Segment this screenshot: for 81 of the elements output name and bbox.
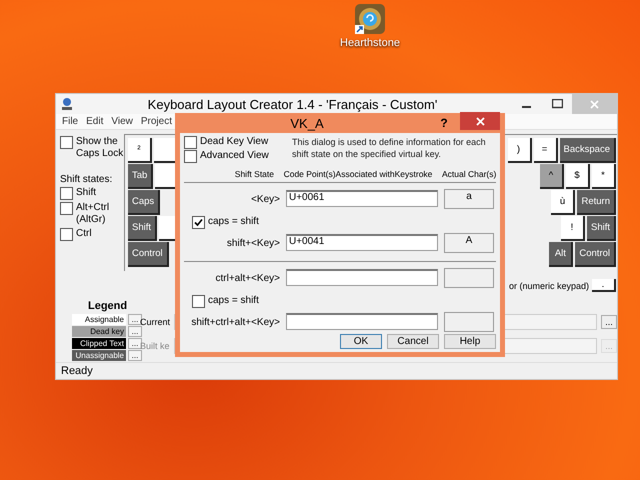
column-header: Shift State xyxy=(234,169,274,179)
checkbox-label: caps = shift xyxy=(208,216,259,228)
keyboard-key[interactable]: Tab xyxy=(128,164,154,189)
keyboard-key[interactable]: ù xyxy=(551,190,576,215)
keyboard-key[interactable]: * xyxy=(592,164,616,189)
code-point-field[interactable] xyxy=(286,313,438,330)
checkbox-label: Advanced View xyxy=(200,150,269,162)
help-button[interactable]: ? xyxy=(434,116,454,130)
keyboard-key[interactable]: ² xyxy=(128,138,152,163)
checkbox[interactable] xyxy=(60,228,73,241)
checkbox-label: caps = shift xyxy=(208,294,259,306)
description-text: This dialog is used to define information for each shift state on the specified virtual key. xyxy=(292,136,487,161)
keyboard-key[interactable]: ! xyxy=(560,216,585,241)
code-point-field[interactable] xyxy=(286,269,438,286)
keyboard-key[interactable]: Control xyxy=(128,242,169,267)
legend-swatch: Unassignable xyxy=(72,350,126,361)
keypad-note: or (numeric keypad) xyxy=(508,280,589,290)
column-header: Code Point(s)Associated withKeystroke xyxy=(282,169,434,179)
keyboard-key[interactable]: . xyxy=(592,279,616,292)
keyboard-key[interactable]: $ xyxy=(566,164,590,189)
checkbox-label: Show the Caps Lock xyxy=(76,136,124,160)
keyboard-key[interactable]: Return xyxy=(577,190,616,215)
checkbox-label: Ctrl xyxy=(76,228,92,240)
dialog-title: VK_A xyxy=(289,116,325,130)
code-point-field[interactable]: U+0061 xyxy=(286,190,438,207)
legend-swatch: Dead key xyxy=(72,326,126,337)
shift-state-label: ctrl+alt+<Key> xyxy=(214,272,280,284)
menu-item[interactable]: Project xyxy=(140,116,172,127)
browse-button[interactable]: ... xyxy=(601,315,617,329)
keyboard-key[interactable]: Backspace xyxy=(560,138,616,163)
checkbox-label: Dead Key View xyxy=(200,136,268,148)
shift-state-label: <Key> xyxy=(250,193,280,205)
color-picker-button[interactable]: ... xyxy=(128,338,142,349)
checkbox-label: Alt+Ctrl (AltGr) xyxy=(76,202,110,226)
maximize-icon[interactable] xyxy=(552,99,562,109)
close-icon xyxy=(590,100,599,108)
code-point-field[interactable]: U+0041 xyxy=(286,234,438,251)
keyboard-key[interactable]: Caps xyxy=(128,190,160,215)
checkbox[interactable] xyxy=(192,294,205,308)
section-label: Shift states: xyxy=(60,174,114,185)
char-preview: A xyxy=(444,233,494,253)
color-picker-button[interactable]: ... xyxy=(128,326,142,337)
dialog-button[interactable]: Help xyxy=(444,334,496,349)
column-header: Actual Char(s) xyxy=(442,169,496,179)
color-picker-button[interactable]: ... xyxy=(128,350,142,361)
keyboard-key[interactable]: = xyxy=(534,138,558,163)
status-text: Ready xyxy=(61,365,93,377)
menu-item[interactable]: File xyxy=(62,116,78,127)
checkbox[interactable] xyxy=(184,150,197,163)
legend-swatch: Assignable xyxy=(72,314,126,325)
char-preview: a xyxy=(444,189,494,209)
shift-state-label: shift+<Key> xyxy=(226,237,280,249)
menu-item[interactable]: Edit xyxy=(86,116,104,127)
char-preview xyxy=(444,312,494,332)
game-app-icon[interactable] xyxy=(354,3,386,35)
keyboard-key[interactable]: Shift xyxy=(128,216,158,241)
shift-state-label: shift+ctrl+alt+<Key> xyxy=(190,316,280,328)
checkbox-label: Shift xyxy=(76,187,96,199)
window-title: Keyboard Layout Creator 1.4 - 'Français - Custom' xyxy=(146,96,438,112)
keyboard-key[interactable]: ) xyxy=(508,138,532,163)
checkbox[interactable] xyxy=(60,202,73,215)
keyboard-key[interactable]: Shift xyxy=(586,216,616,241)
legend-title: Legend xyxy=(87,300,128,312)
desktop-icon-label: Hearthstone xyxy=(340,37,400,49)
char-preview xyxy=(444,268,494,288)
keyboard-key[interactable]: Control xyxy=(575,242,616,267)
checkbox[interactable] xyxy=(60,136,73,149)
keyboard-key[interactable]: ^ xyxy=(540,164,564,189)
color-picker-button[interactable]: ... xyxy=(128,314,142,325)
checkbox[interactable] xyxy=(192,216,205,228)
app-icon xyxy=(61,97,73,111)
dialog-button[interactable]: Cancel xyxy=(387,334,439,349)
field-label: Current xyxy=(140,317,170,327)
legend-swatch: Clipped Text xyxy=(72,338,126,349)
keyboard-key[interactable]: Alt xyxy=(549,242,574,267)
checkbox[interactable] xyxy=(184,136,197,149)
dialog-button[interactable]: OK xyxy=(340,334,382,349)
checkbox[interactable] xyxy=(60,187,73,200)
close-button[interactable] xyxy=(460,112,500,130)
menu-item[interactable]: View xyxy=(111,116,133,127)
close-icon xyxy=(476,116,484,126)
